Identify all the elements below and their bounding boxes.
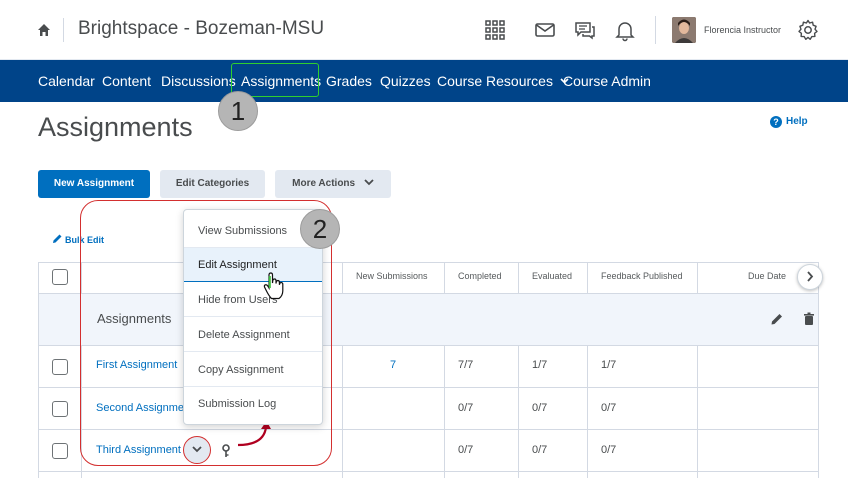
select-all-checkbox[interactable] <box>52 269 68 285</box>
table-border <box>38 262 39 478</box>
row-checkbox[interactable] <box>52 359 68 375</box>
column-header-due-date[interactable]: Due Date <box>748 271 786 281</box>
edit-categories-button[interactable]: Edit Categories <box>160 170 265 198</box>
evaluated-value: 1/7 <box>532 359 548 371</box>
nav-item-content[interactable]: Content <box>102 73 151 89</box>
table-border <box>697 262 698 294</box>
menu-item-copy-assignment[interactable]: Copy Assignment <box>184 353 322 387</box>
gear-icon[interactable] <box>796 18 820 42</box>
feedback-value: 0/7 <box>601 402 617 414</box>
menu-item-edit-assignment[interactable]: Edit Assignment <box>184 248 322 282</box>
home-icon[interactable] <box>36 22 52 38</box>
help-icon: ? <box>770 116 782 128</box>
evaluated-value: 0/7 <box>532 402 548 414</box>
grid-icon[interactable] <box>483 18 507 42</box>
top-header: Brightspace - Bozeman-MSU Florencia Inst… <box>0 0 848 60</box>
avatar[interactable] <box>672 17 696 43</box>
table-border <box>342 262 343 294</box>
header-divider <box>63 18 64 42</box>
chevron-down-icon <box>364 179 374 186</box>
help-label: Help <box>786 116 808 127</box>
nav-item-course-admin[interactable]: Course Admin <box>563 73 651 89</box>
column-header-evaluated[interactable]: Evaluated <box>532 271 572 281</box>
table-border <box>444 345 445 478</box>
row-checkbox[interactable] <box>52 443 68 459</box>
menu-item-hide-from-users[interactable]: Hide from Users <box>184 283 322 317</box>
row-checkbox[interactable] <box>52 401 68 417</box>
bell-icon[interactable] <box>613 18 637 42</box>
nav-item-quizzes[interactable]: Quizzes <box>380 73 431 89</box>
help-link[interactable]: ? Help <box>770 116 808 128</box>
user-name[interactable]: Florencia Instructor <box>704 25 781 35</box>
key-icon <box>222 444 230 457</box>
trash-icon[interactable] <box>803 312 815 326</box>
table-border <box>697 345 698 478</box>
column-header-feedback-published[interactable]: Feedback Published <box>601 271 683 281</box>
column-header-completed[interactable]: Completed <box>458 271 502 281</box>
step-callout-2: 2 <box>300 209 340 249</box>
table-border <box>342 345 343 478</box>
nav-item-calendar[interactable]: Calendar <box>38 73 95 89</box>
new-assignment-button[interactable]: New Assignment <box>38 170 150 198</box>
new-submissions-count[interactable]: 7 <box>390 359 396 371</box>
feedback-value: 1/7 <box>601 359 617 371</box>
table-border <box>518 262 519 294</box>
course-navbar: Calendar Content Discussions Assignments… <box>0 60 848 102</box>
assignment-actions-button[interactable] <box>183 436 211 464</box>
page-title: Assignments <box>38 112 193 142</box>
hand-cursor-icon <box>263 272 284 300</box>
completed-value: 0/7 <box>458 402 474 414</box>
nav-item-grades[interactable]: Grades <box>326 73 372 89</box>
menu-item-delete-assignment[interactable]: Delete Assignment <box>184 318 322 352</box>
completed-value: 7/7 <box>458 359 474 371</box>
scroll-right-button[interactable] <box>797 264 823 290</box>
more-actions-label: More Actions <box>292 178 356 189</box>
mail-icon[interactable] <box>533 18 557 42</box>
table-border <box>587 345 588 478</box>
column-header-new-submissions[interactable]: New Submissions <box>356 271 428 281</box>
assignment-context-menu: View Submissions Edit Assignment Hide fr… <box>183 209 323 425</box>
feedback-value: 0/7 <box>601 444 617 456</box>
table-border <box>518 345 519 478</box>
org-title[interactable]: Brightspace - Bozeman-MSU <box>78 18 324 40</box>
step-callout-1: 1 <box>218 91 258 131</box>
menu-item-submission-log[interactable]: Submission Log <box>184 387 322 421</box>
nav-item-course-resources[interactable]: Course Resources <box>437 73 569 89</box>
table-border <box>587 262 588 294</box>
evaluated-value: 0/7 <box>532 444 548 456</box>
nav-item-discussions[interactable]: Discussions <box>161 73 236 89</box>
table-border <box>444 262 445 294</box>
more-actions-button[interactable]: More Actions <box>275 170 391 198</box>
chevron-down-icon <box>192 446 202 453</box>
chevron-right-icon <box>807 271 814 282</box>
completed-value: 0/7 <box>458 444 474 456</box>
pencil-icon[interactable] <box>770 312 784 326</box>
header-divider <box>655 16 656 44</box>
nav-item-label: Course Resources <box>437 73 553 89</box>
table-border <box>818 262 819 478</box>
pencil-icon <box>53 234 62 243</box>
chat-icon[interactable] <box>573 18 597 42</box>
table-border <box>38 471 818 472</box>
